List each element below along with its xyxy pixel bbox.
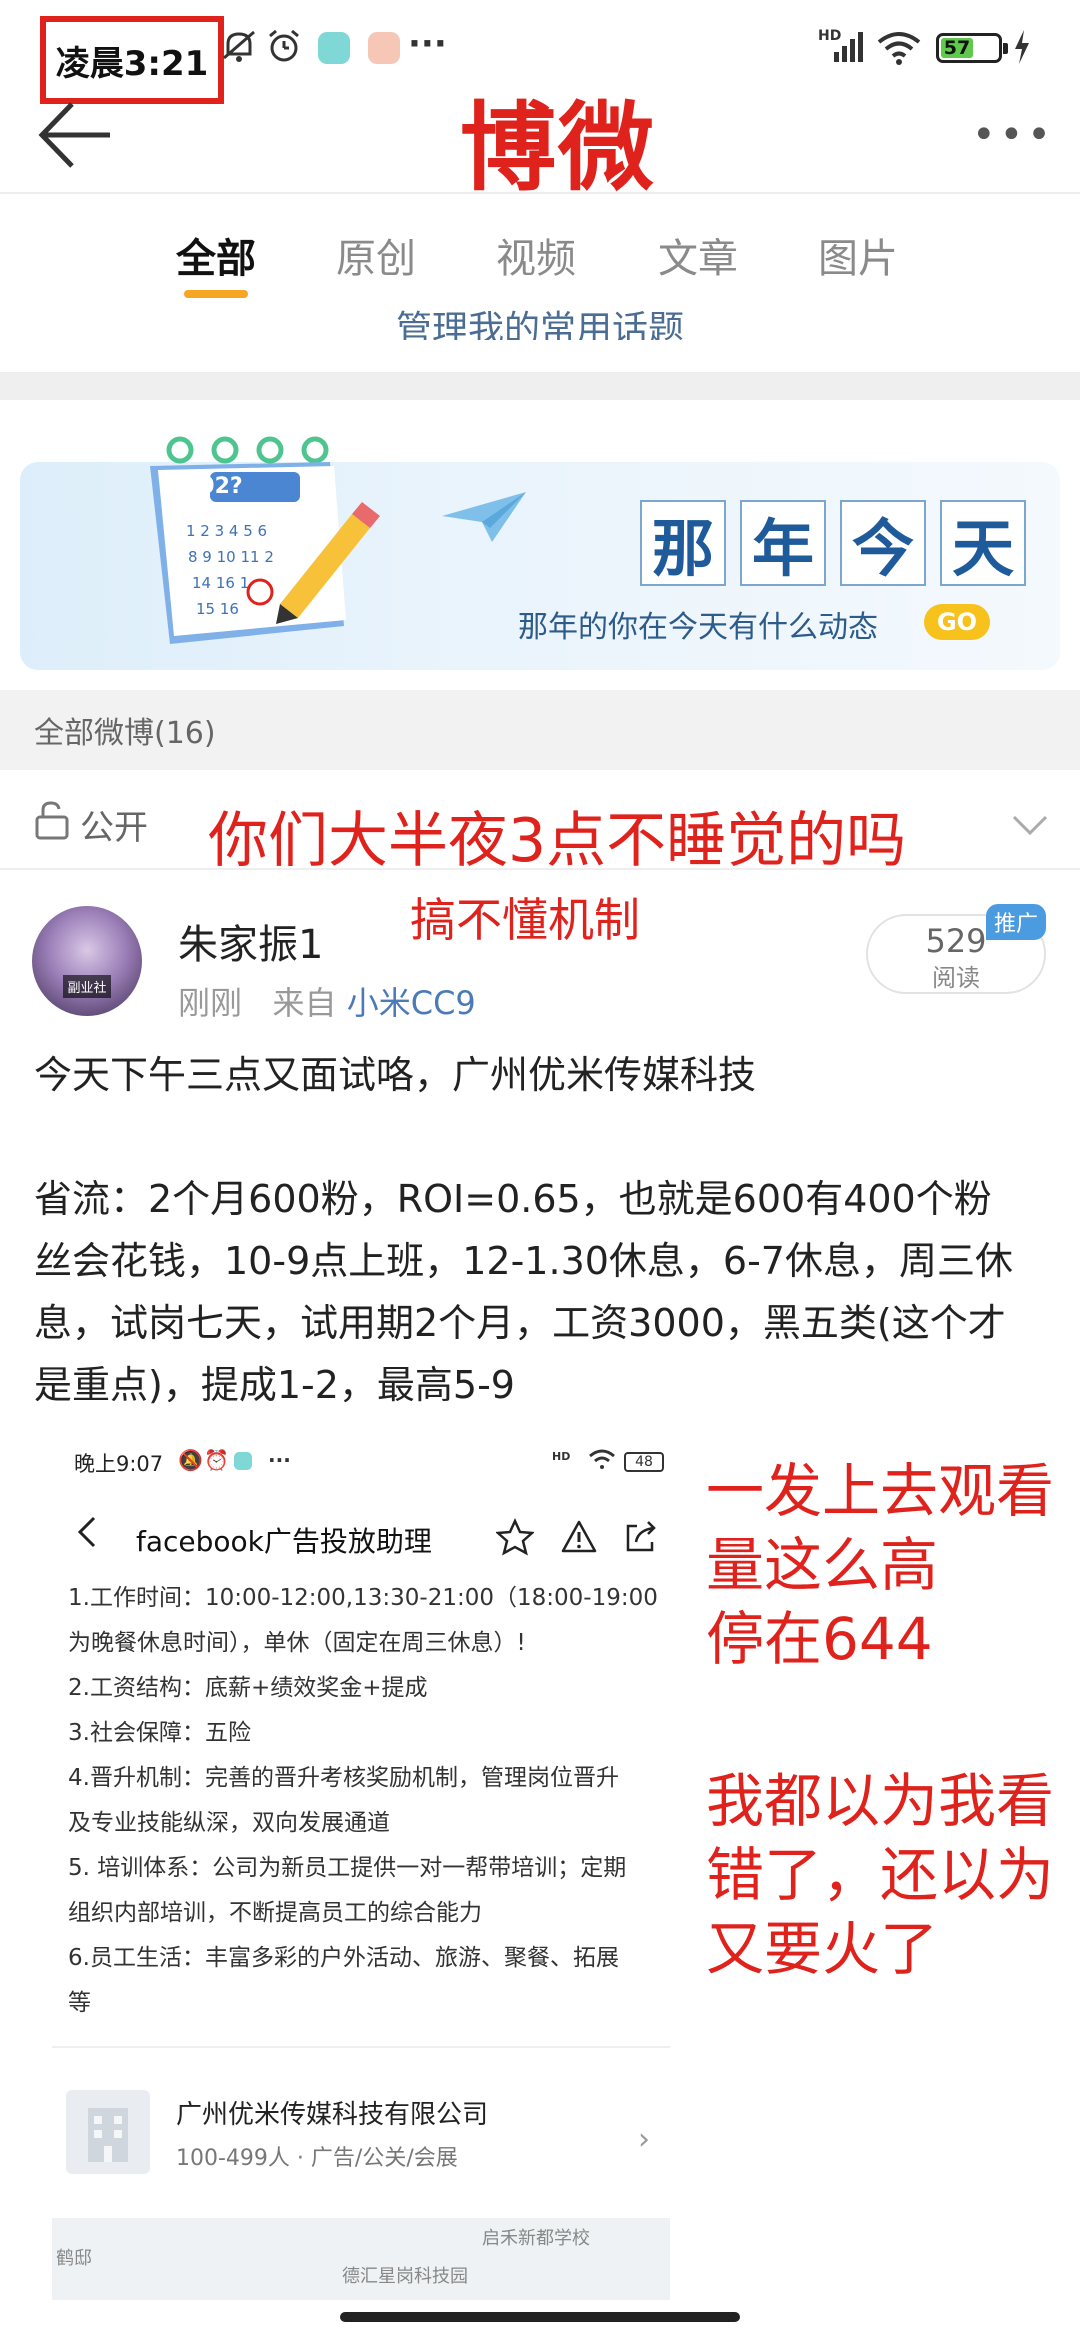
tab-image[interactable]: 图片 [818,226,898,284]
tab-original[interactable]: 原创 [336,226,416,284]
more-notifications-icon: ··· [268,1448,291,1472]
svg-text:15 16: 15 16 [196,600,239,618]
company-meta: 100-499人 · 广告/公关/会展 [176,2146,458,2171]
annotation-line: 又要火了 [706,1915,939,1983]
back-arrow-icon[interactable] [74,1512,100,1552]
job-detail-line: 5. 培训体系：公司为新员工提供一对一帮带培训；定期 [68,1855,627,1881]
job-detail-line: 6.员工生活：丰富多彩的户外活动、旅游、聚餐、拓展 [68,1945,619,1971]
page-title: 博微 [460,91,656,204]
battery-level: 48 [624,1452,664,1472]
app-notification-icon [318,32,350,64]
wifi-icon [876,30,922,70]
promote-badge[interactable]: 推广 [986,904,1046,940]
banner-title-char: 那 [640,500,726,586]
job-detail-line: 1.工作时间：10:00-12:00,13:30-21:00（18:00-19:… [68,1585,658,1611]
map-label: 鹤邸 [56,2248,92,2269]
divider [52,2046,670,2048]
chevron-right-icon[interactable]: › [638,2122,650,2157]
banner-title-char: 年 [740,500,826,586]
post-text-line: 丝会花钱，10-9点上班，12-1.30休息，6-7休息，周三休 [34,1239,1013,1283]
company-name[interactable]: 广州优米传媒科技有限公司 [176,2094,488,2131]
back-arrow-icon[interactable] [36,100,116,170]
svg-text:1 2 3 4 5 6: 1 2 3 4 5 6 [186,522,267,540]
banner-title: 那 年 今 天 [640,500,1026,586]
visibility-label: 公开 [80,808,148,848]
post-text-line: 息，试岗七天，试用期2个月，工资3000，黑五类(这个才 [34,1301,1006,1345]
map-label: 启禾新都学校 [482,2228,590,2249]
manage-topics-link[interactable]: 管理我的常用话题 [0,300,1080,340]
annotation-line: 一发上去观看 [706,1457,1055,1525]
alarm-icon: ⏰ [204,1448,229,1472]
banner-title-char: 今 [840,500,926,586]
svg-text:14 16 1: 14 16 1 [192,574,249,592]
mute-bell-icon [222,28,256,72]
posts-count-header: 全部微博(16) [0,690,1080,770]
embedded-status-time: 晚上9:07 [74,1452,164,1476]
calendar-year-label: 202? [184,474,243,499]
section-gap [0,372,1080,400]
star-icon[interactable] [494,1517,536,1556]
read-label: 阅读 [932,964,980,992]
app-notification-icon [234,1452,252,1470]
job-detail-line: 3.社会保障：五险 [68,1720,251,1746]
job-detail-line: 等 [68,1990,91,2016]
annotation-line: 错了，还以为 [706,1841,1055,1909]
avatar-text: 副业社 [63,975,111,998]
job-title: facebook广告投放助理 [136,1525,432,1558]
share-icon[interactable] [622,1518,660,1556]
map-label: 德汇星岗科技园 [342,2266,468,2287]
chevron-down-icon[interactable] [1010,805,1050,845]
go-button[interactable]: GO [924,604,990,640]
paper-plane-icon [440,488,530,552]
svg-text:8 9 10 11 2: 8 9 10 11 2 [188,548,274,566]
post-text-line: 省流：2个月600粉，ROI=0.65，也就是600有400个粉 [34,1177,992,1221]
post-meta: 刚刚 来自 小米CC9 [178,978,476,1024]
battery-indicator: 57 [936,33,1008,63]
post-text-line: 是重点)，提成1-2，最高5-9 [34,1363,515,1407]
wifi-icon [588,1448,616,1475]
home-indicator[interactable] [340,2312,740,2322]
battery-level: 57 [941,37,973,59]
more-notifications-icon: ··· [408,24,447,64]
map-preview[interactable]: 启禾新都学校 德汇星岗科技园 鹤邸 [52,2218,670,2300]
annotation-line: 量这么高 [706,1531,939,1599]
banner-subtitle: 那年的你在今天有什么动态 [518,610,878,645]
alarm-icon [266,28,302,72]
job-detail-line: 组织内部培训，不断提高员工的综合能力 [68,1900,482,1926]
status-time: 凌晨3:21 [40,16,224,104]
embedded-screenshot[interactable]: 晚上9:07 🔕 ⏰ ··· HD 48 facebook广告投放助理 1.工作… [52,1430,670,2300]
annotation-line: 停在644 [706,1605,933,1673]
unlock-icon [34,800,70,849]
post-time: 刚刚 [178,984,243,1022]
banner-title-char: 天 [940,500,1026,586]
avatar[interactable]: 副业社 [32,906,142,1016]
job-detail-line: 4.晋升机制：完善的晋升考核奖励机制，管理岗位晋升 [68,1765,619,1791]
tab-all[interactable]: 全部 [176,226,256,284]
app-notification-icon [368,32,400,64]
author-name[interactable]: 朱家振1 [178,912,323,970]
post-text-line: 今天下午三点又面试咯，广州优米传媒科技 [34,1053,757,1097]
mute-bell-icon: 🔕 [178,1448,203,1472]
visibility-selector[interactable]: 公开 [34,800,148,849]
charging-icon [1012,28,1032,70]
divider [0,868,1080,870]
active-tab-indicator [184,290,248,298]
source-prefix: 来自 [272,984,337,1022]
job-detail-line: 为晚餐休息时间），单休（固定在周三休息）! [68,1630,526,1656]
warning-icon[interactable] [560,1518,598,1556]
company-logo-icon [66,2090,150,2174]
signal-icon [818,30,864,70]
annotation-top: 你们大半夜3点不睡觉的吗 [208,806,907,876]
tab-video[interactable]: 视频 [496,226,576,284]
calendar-illustration: 1 2 3 4 5 6 8 9 10 11 2 14 16 1 15 16 [130,436,410,670]
job-detail-line: 及专业技能纵深，双向发展通道 [68,1810,390,1836]
tab-article[interactable]: 文章 [658,226,738,284]
network-type-label: HD [552,1450,571,1463]
annotation-mechanism: 搞不懂机制 [410,893,640,947]
more-options-icon[interactable]: ••• [972,112,1055,158]
job-detail-line: 2.工资结构：底薪+绩效奖金+提成 [68,1675,428,1701]
annotation-line: 我都以为我看 [706,1767,1055,1835]
post-source[interactable]: 小米CC9 [347,984,476,1022]
